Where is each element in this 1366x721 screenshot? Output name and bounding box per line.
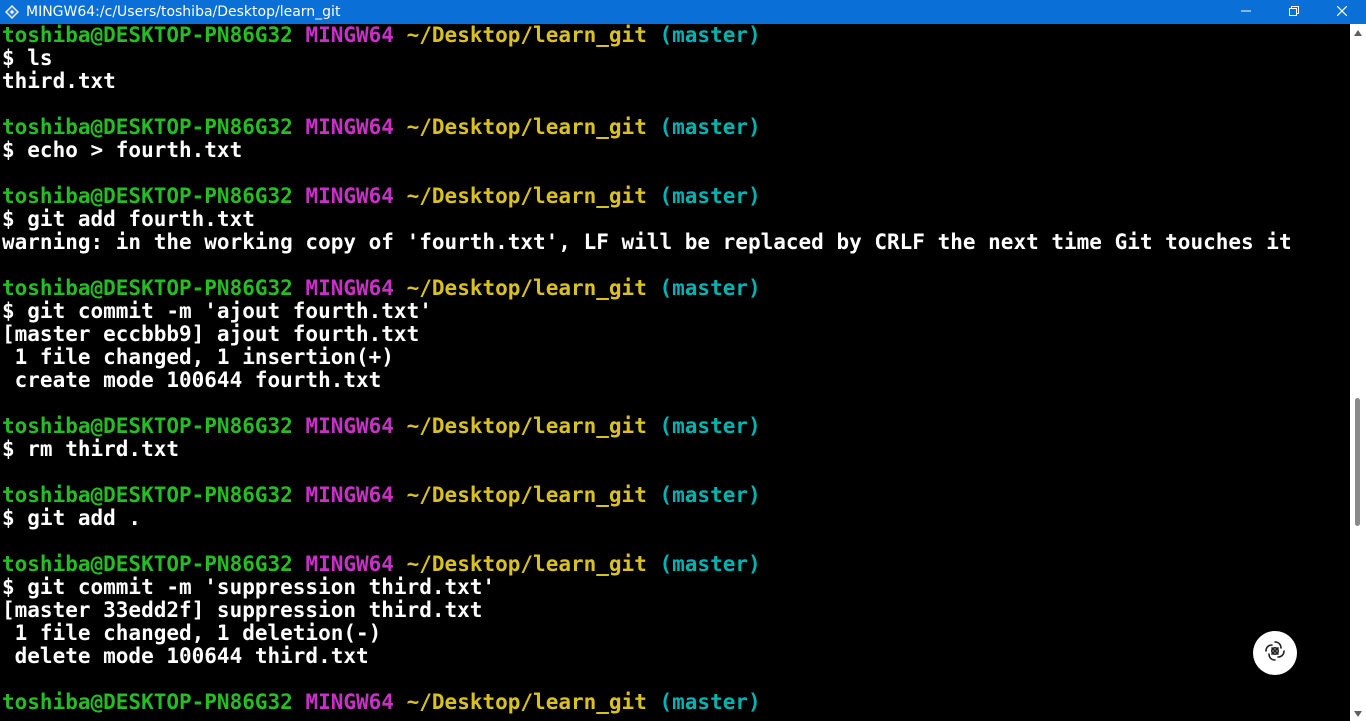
window-title: MINGW64:/c/Users/toshiba/Desktop/learn_g…: [26, 4, 341, 20]
prompt-branch: (master): [659, 276, 761, 300]
output-line: create mode 100644 fourth.txt: [2, 368, 382, 392]
prompt-path: ~/Desktop/learn_git: [406, 24, 647, 47]
output-line: 1 file changed, 1 deletion(-): [2, 621, 382, 645]
prompt-line: toshiba@DESKTOP-PN86G32 MINGW64 ~/Deskto…: [0, 553, 1350, 576]
prompt-user: toshiba@DESKTOP-PN86G32: [2, 414, 293, 438]
close-button[interactable]: [1318, 0, 1366, 24]
ai-assistant-icon: [1263, 639, 1287, 668]
prompt-path: ~/Desktop/learn_git: [406, 276, 647, 300]
prompt-path: ~/Desktop/learn_git: [406, 552, 647, 576]
git-bash-icon: [4, 4, 20, 20]
output-line: [master 33edd2f] suppression third.txt: [2, 598, 483, 622]
prompt-user: toshiba@DESKTOP-PN86G32: [2, 552, 293, 576]
chevron-down-icon: [1354, 704, 1362, 721]
prompt-branch: (master): [659, 24, 761, 47]
output-line: 1 file changed, 1 insertion(+): [2, 345, 394, 369]
prompt-system: MINGW64: [305, 483, 394, 507]
prompt-branch: (master): [659, 483, 761, 507]
prompt-system: MINGW64: [305, 690, 394, 714]
terminal-window: MINGW64:/c/Users/toshiba/Desktop/learn_g…: [0, 0, 1366, 721]
prompt-system: MINGW64: [305, 552, 394, 576]
scroll-up-button[interactable]: [1350, 24, 1366, 40]
output-line: $ git commit -m 'suppression third.txt': [2, 575, 496, 599]
prompt-system: MINGW64: [305, 414, 394, 438]
output-line: delete mode 100644 third.txt: [2, 644, 369, 668]
scroll-thumb[interactable]: [1355, 398, 1360, 526]
prompt-branch: (master): [659, 115, 761, 139]
prompt-system: MINGW64: [305, 184, 394, 208]
maximize-icon: [1289, 4, 1299, 20]
prompt-user: toshiba@DESKTOP-PN86G32: [2, 276, 293, 300]
prompt-path: ~/Desktop/learn_git: [406, 115, 647, 139]
maximize-button[interactable]: [1270, 0, 1318, 24]
prompt-path: ~/Desktop/learn_git: [406, 414, 647, 438]
output-line: $ echo > fourth.txt: [2, 138, 243, 162]
prompt-branch: (master): [659, 552, 761, 576]
prompt-branch: (master): [659, 184, 761, 208]
output-line: third.txt: [2, 69, 116, 93]
prompt-user: toshiba@DESKTOP-PN86G32: [2, 24, 293, 47]
prompt-line: toshiba@DESKTOP-PN86G32 MINGW64 ~/Deskto…: [0, 691, 1350, 714]
ai-assistant-button[interactable]: [1253, 631, 1297, 675]
prompt-path: ~/Desktop/learn_git: [406, 483, 647, 507]
prompt-system: MINGW64: [305, 115, 394, 139]
prompt-line: toshiba@DESKTOP-PN86G32 MINGW64 ~/Deskto…: [0, 116, 1350, 139]
minimize-icon: [1241, 4, 1251, 20]
prompt-line: toshiba@DESKTOP-PN86G32 MINGW64 ~/Deskto…: [0, 277, 1350, 300]
prompt-user: toshiba@DESKTOP-PN86G32: [2, 115, 293, 139]
prompt-line: toshiba@DESKTOP-PN86G32 MINGW64 ~/Deskto…: [0, 484, 1350, 507]
output-line: $ git add .: [2, 506, 142, 530]
terminal-output[interactable]: toshiba@DESKTOP-PN86G32 MINGW64 ~/Deskto…: [0, 24, 1350, 721]
prompt-path: ~/Desktop/learn_git: [406, 184, 647, 208]
prompt-system: MINGW64: [305, 24, 394, 47]
prompt-user: toshiba@DESKTOP-PN86G32: [2, 184, 293, 208]
close-icon: [1336, 4, 1348, 20]
prompt-line: toshiba@DESKTOP-PN86G32 MINGW64 ~/Deskto…: [0, 415, 1350, 438]
prompt-user: toshiba@DESKTOP-PN86G32: [2, 690, 293, 714]
minimize-button[interactable]: [1222, 0, 1270, 24]
prompt-system: MINGW64: [305, 276, 394, 300]
output-line: $ ls: [2, 46, 53, 70]
prompt-user: toshiba@DESKTOP-PN86G32: [2, 483, 293, 507]
output-line: $ rm third.txt: [2, 437, 180, 461]
title-bar[interactable]: MINGW64:/c/Users/toshiba/Desktop/learn_g…: [0, 0, 1366, 24]
output-line: warning: in the working copy of 'fourth.…: [2, 230, 1292, 254]
prompt-branch: (master): [659, 414, 761, 438]
prompt-path: ~/Desktop/learn_git: [406, 690, 647, 714]
output-line: [master eccbbb9] ajout fourth.txt: [2, 322, 420, 346]
prompt-branch: (master): [659, 690, 761, 714]
prompt-line: toshiba@DESKTOP-PN86G32 MINGW64 ~/Deskto…: [0, 185, 1350, 208]
vertical-scrollbar[interactable]: [1350, 24, 1366, 721]
scroll-down-button[interactable]: [1350, 705, 1366, 721]
prompt-line: toshiba@DESKTOP-PN86G32 MINGW64 ~/Deskto…: [0, 24, 1350, 47]
output-line: $ git add fourth.txt: [2, 207, 255, 231]
output-line: $ git commit -m 'ajout fourth.txt': [2, 299, 432, 323]
chevron-up-icon: [1354, 23, 1362, 41]
window-controls: [1222, 0, 1366, 24]
